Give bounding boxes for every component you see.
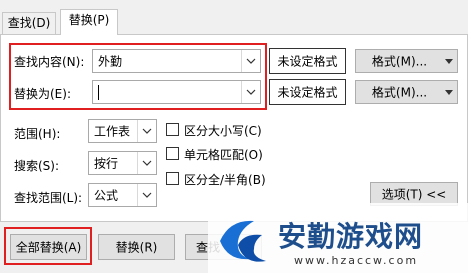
- tab-find[interactable]: 查找(D): [2, 12, 56, 34]
- match-case-label: 区分大小写(C): [184, 124, 262, 138]
- scope-label: 范围(H):: [14, 127, 61, 141]
- watermark: 安勤游戏网 www.hzaccw.com: [208, 203, 468, 273]
- find-format-status: 未设定格式: [269, 48, 346, 74]
- chevron-down-icon: [142, 192, 152, 198]
- logo-icon: [220, 220, 266, 262]
- tab-replace-label: 替换(P): [68, 13, 110, 27]
- replace-format-status-label: 未设定格式: [277, 85, 338, 100]
- watermark-site-name: 安勤游戏网: [278, 220, 424, 253]
- match-width-checkbox[interactable]: [166, 172, 179, 185]
- lookin-value: 公式: [94, 188, 119, 203]
- match-cell-label: 单元格匹配(O): [184, 148, 263, 162]
- match-case-checkbox[interactable]: [166, 123, 179, 136]
- scope-value: 工作表: [94, 124, 131, 139]
- tab-replace[interactable]: 替换(P): [60, 9, 118, 35]
- search-select[interactable]: 按行: [88, 151, 157, 175]
- highlight-box-replace-all: [4, 227, 92, 265]
- chevron-down-icon: [142, 160, 152, 166]
- options-toggle-label: 选项(T) <<: [381, 187, 447, 202]
- match-cell-checkbox[interactable]: [166, 147, 179, 160]
- find-format-button-label: 格式(M)...: [371, 54, 428, 69]
- replace-format-status: 未设定格式: [269, 79, 346, 105]
- lookin-dropdown-button[interactable]: [137, 184, 156, 206]
- match-width-label: 区分全/半角(B): [184, 173, 266, 187]
- dropdown-triangle-icon: [445, 90, 453, 95]
- replace-format-button[interactable]: 格式(M)...: [355, 80, 458, 104]
- lookin-select[interactable]: 公式: [88, 183, 157, 207]
- lookin-label: 查找范围(L):: [14, 191, 83, 205]
- search-label: 搜索(S):: [14, 159, 60, 173]
- scope-dropdown-button[interactable]: [137, 120, 156, 142]
- replace-format-button-label: 格式(M)...: [371, 85, 428, 100]
- highlight-box-fields: [9, 43, 267, 110]
- dropdown-triangle-icon: [445, 59, 453, 64]
- search-value: 按行: [94, 156, 119, 171]
- chevron-down-icon: [142, 128, 152, 134]
- find-format-button[interactable]: 格式(M)...: [355, 49, 458, 73]
- replace-button-label: 替换(R): [115, 240, 158, 255]
- replace-button[interactable]: 替换(R): [98, 234, 175, 260]
- watermark-url: www.hzaccw.com: [294, 254, 419, 267]
- tab-find-label: 查找(D): [7, 16, 51, 30]
- scope-select[interactable]: 工作表: [88, 119, 157, 143]
- search-dropdown-button[interactable]: [137, 152, 156, 174]
- find-format-status-label: 未设定格式: [277, 54, 338, 69]
